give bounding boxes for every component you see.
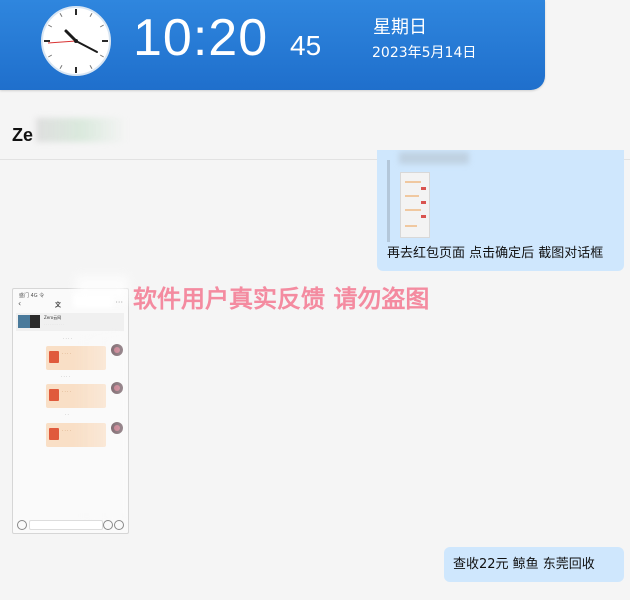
quote-bar: [387, 160, 390, 242]
weekday-label: 星期日: [373, 17, 427, 38]
quoted-image-thumbnail[interactable]: [400, 172, 430, 238]
plus-icon: [114, 520, 124, 530]
message-bubble-right[interactable]: 再去红包页面 点击确定后 截图对话框: [377, 150, 624, 271]
image-message[interactable]: 盛门 4G 令 ‹ 文 ··· Zero云网 · · · · · · · · ·…: [12, 288, 129, 534]
watermark-text: 软件用户真实反馈 请勿盗图: [133, 285, 430, 313]
message-bubble-right[interactable]: 查收22元 鲸鱼 东莞回收: [444, 547, 624, 582]
clock-widget: 10:20 45 星期日 2023年5月14日: [0, 0, 545, 90]
screenshot-top-card: Zero云网 · · · · · · · · · · ·: [16, 313, 124, 331]
message-text: 查收22元 鲸鱼 东莞回收: [453, 557, 595, 572]
screenshot-redaction: [73, 334, 128, 524]
contact-name[interactable]: Ze: [12, 124, 33, 146]
quoted-sender-redaction: [399, 152, 469, 164]
back-arrow-icon: ‹: [18, 299, 22, 308]
redaction-patch: [76, 276, 128, 302]
date-label: 2023年5月14日: [372, 45, 477, 61]
digital-seconds: 45: [290, 30, 322, 61]
screenshot-status-bar: 盛门 4G 令: [19, 293, 45, 299]
screenshot-title: 文: [55, 302, 62, 309]
message-text: 再去红包页面 点击确定后 截图对话框: [387, 246, 604, 261]
analog-clock-icon: [41, 6, 111, 76]
screenshot-input-bar: [16, 519, 124, 530]
digital-time: 10:20: [133, 9, 269, 67]
emoji-icon: [103, 520, 113, 530]
name-redaction: [36, 118, 126, 142]
voice-icon: [17, 520, 27, 530]
